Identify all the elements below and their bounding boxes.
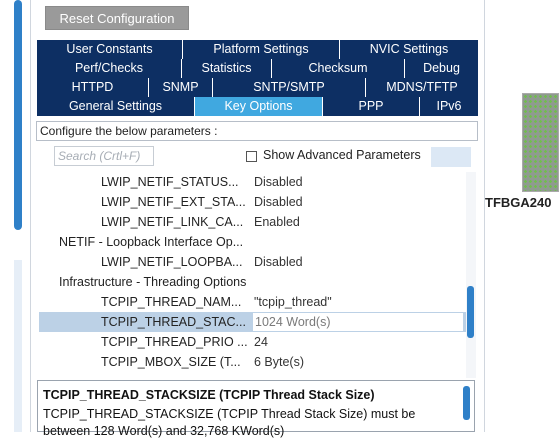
tab-statistics[interactable]: Statistics: [182, 59, 272, 78]
param-row[interactable]: TCPIP_THREAD_PRIO ... 24: [39, 332, 466, 352]
param-name: TCPIP_THREAD_STAC...: [101, 315, 246, 329]
param-value: 6 Byte(s): [254, 355, 305, 369]
left-scrollbar-track[interactable]: [14, 260, 22, 432]
param-value: Disabled: [254, 255, 303, 269]
param-value: "tcpip_thread": [254, 295, 332, 309]
tab-debug[interactable]: Debug: [405, 59, 478, 78]
param-value: Enabled: [254, 215, 300, 229]
tab-key-options[interactable]: Key Options: [195, 97, 323, 116]
tab-platform-settings[interactable]: Platform Settings: [183, 40, 340, 59]
param-group-name: NETIF - Loopback Interface Op...: [59, 235, 244, 249]
param-name: LWIP_NETIF_LINK_CA...: [101, 215, 244, 229]
param-row[interactable]: TCPIP_THREAD_NAM... "tcpip_thread": [39, 292, 466, 312]
tab-ipv6[interactable]: IPv6: [420, 97, 478, 116]
param-value: 24: [254, 335, 268, 349]
param-name: TCPIP_THREAD_NAM...: [101, 295, 242, 309]
description-text: TCPIP_THREAD_STACKSIZE (TCPIP Thread Sta…: [43, 407, 416, 438]
advanced-toggle-area[interactable]: [431, 147, 471, 167]
left-scrollbar-thumb[interactable]: [14, 0, 22, 230]
tab-httpd[interactable]: HTTPD: [37, 78, 149, 97]
tab-mdns-tftp[interactable]: MDNS/TFTP: [366, 78, 478, 97]
param-row[interactable]: LWIP_NETIF_LOOPBA... Disabled: [39, 252, 466, 272]
param-name: TCPIP_THREAD_PRIO ...: [101, 335, 248, 349]
search-input[interactable]: Search (Crtl+F): [54, 146, 154, 166]
tab-perf-checks[interactable]: Perf/Checks: [37, 59, 182, 78]
param-name: LWIP_NETIF_STATUS...: [101, 175, 239, 189]
left-margin: [0, 0, 10, 432]
reset-configuration-button[interactable]: Reset Configuration: [45, 6, 189, 30]
tab-ppp[interactable]: PPP: [323, 97, 420, 116]
param-row-selected[interactable]: TCPIP_THREAD_STAC... 1024 Word(s): [39, 312, 466, 332]
param-tree-scrollbar-track[interactable]: [466, 172, 476, 378]
param-group-row[interactable]: NETIF - Loopback Interface Op...: [39, 232, 466, 252]
param-value: Disabled: [254, 195, 303, 209]
show-advanced-label: Show Advanced Parameters: [263, 148, 421, 162]
param-group-name: Infrastructure - Threading Options: [59, 275, 247, 289]
param-name: TCPIP_MBOX_SIZE (T...: [101, 355, 241, 369]
param-name: LWIP_NETIF_LOOPBA...: [101, 255, 243, 269]
param-group-row[interactable]: Infrastructure - Threading Options: [39, 272, 466, 292]
param-value: Disabled: [254, 175, 303, 189]
param-tree-scrollbar-thumb[interactable]: [467, 286, 474, 338]
param-row[interactable]: LWIP_NETIF_LINK_CA... Enabled: [39, 212, 466, 232]
param-row[interactable]: LWIP_NETIF_EXT_STA... Disabled: [39, 192, 466, 212]
chip-package-image[interactable]: [522, 93, 559, 192]
param-value-editor[interactable]: 1024 Word(s): [253, 313, 463, 331]
tab-sntp-smtp[interactable]: SNTP/SMTP: [213, 78, 366, 97]
show-advanced-checkbox[interactable]: [246, 151, 257, 162]
description-title: TCPIP_THREAD_STACKSIZE (TCPIP Thread Sta…: [43, 388, 375, 402]
configure-parameters-header: Configure the below parameters :: [36, 121, 478, 141]
param-row[interactable]: TCPIP_MBOX_SIZE (T... 6 Byte(s): [39, 352, 466, 372]
param-row[interactable]: LWIP_NETIF_STATUS... Disabled: [39, 172, 466, 192]
tab-nvic-settings[interactable]: NVIC Settings: [340, 40, 478, 59]
description-scrollbar-thumb[interactable]: [463, 386, 470, 420]
chip-package-label: TFBGA240: [485, 195, 552, 210]
param-name: LWIP_NETIF_EXT_STA...: [101, 195, 246, 209]
tab-user-constants[interactable]: User Constants: [37, 40, 183, 59]
tab-general-settings[interactable]: General Settings: [37, 97, 195, 116]
tab-snmp[interactable]: SNMP: [149, 78, 213, 97]
tab-checksum[interactable]: Checksum: [272, 59, 405, 78]
